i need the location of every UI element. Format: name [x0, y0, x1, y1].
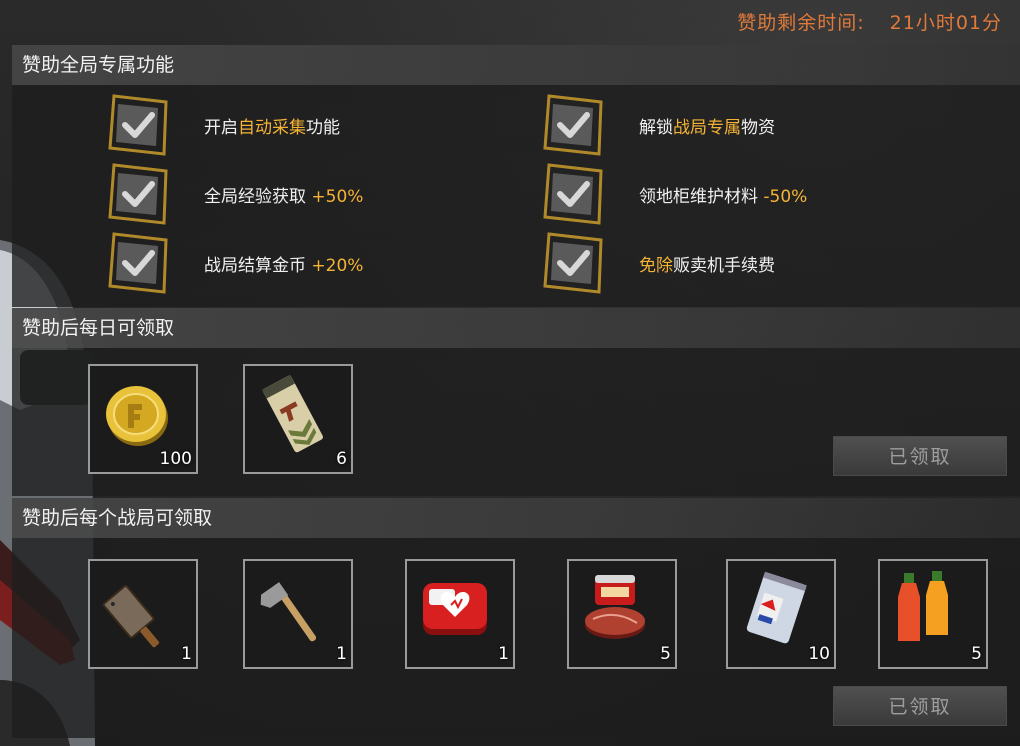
feature-text-pre: 开启: [204, 117, 238, 138]
item-slot[interactable]: 10: [726, 559, 836, 669]
item-count: 5: [971, 644, 982, 664]
item-count: 10: [808, 644, 830, 664]
feature-label: 全局经验获取 +50%: [204, 182, 363, 207]
daily-claimed-button[interactable]: 已领取: [833, 436, 1007, 476]
feature-text-pre: 全局经验获取: [204, 186, 312, 207]
feature-label: 开启自动采集功能: [204, 113, 340, 138]
feature-row: 战局结算金币 +20%: [108, 232, 363, 294]
feature-label: 领地柜维护材料 -50%: [639, 182, 807, 207]
item-count: 1: [336, 644, 347, 664]
feature-highlight: 战局专属: [673, 117, 741, 138]
item-count: 1: [181, 644, 192, 664]
item-slot[interactable]: 1: [243, 559, 353, 669]
feature-text-pre: 领地柜维护材料: [639, 186, 764, 207]
feature-highlight: 免除: [639, 255, 673, 276]
item-slot[interactable]: 1: [405, 559, 515, 669]
timer-value: 21小时01分: [889, 12, 1002, 34]
checkmark-icon: [108, 232, 170, 294]
checkmark-icon: [543, 232, 605, 294]
feature-label: 免除贩卖机手续费: [639, 251, 775, 276]
item-slot[interactable]: 100: [88, 364, 198, 474]
checkmark-icon: [108, 94, 170, 156]
section-per-match-title: 赞助后每个战局可领取: [12, 498, 1020, 538]
feature-text-post: 贩卖机手续费: [673, 255, 775, 276]
checkmark-icon: [543, 163, 605, 225]
match-claimed-button[interactable]: 已领取: [833, 686, 1007, 726]
feature-text-post: 物资: [741, 117, 775, 138]
feature-row: 开启自动采集功能: [108, 94, 340, 156]
item-slot[interactable]: 5: [567, 559, 677, 669]
gold-coin-icon: [98, 374, 178, 454]
food-bag-icon: [736, 569, 816, 649]
item-slot[interactable]: 5: [878, 559, 988, 669]
feature-highlight: -50%: [763, 186, 808, 207]
feature-highlight: +50%: [311, 186, 364, 207]
item-count: 100: [159, 449, 192, 469]
checkmark-icon: [108, 163, 170, 225]
feature-text-pre: 解锁: [639, 117, 673, 138]
section-global-title: 赞助全局专属功能: [12, 45, 1020, 85]
weapon-card-icon: [253, 374, 333, 454]
feature-row: 领地柜维护材料 -50%: [543, 163, 807, 225]
feature-highlight: +20%: [311, 255, 364, 276]
item-count: 1: [498, 644, 509, 664]
item-slot[interactable]: 6: [243, 364, 353, 474]
feature-highlight: 自动采集: [238, 117, 306, 138]
section-daily-title: 赞助后每日可领取: [12, 308, 1020, 348]
timer-label: 赞助剩余时间:: [737, 12, 865, 34]
feature-row: 全局经验获取 +50%: [108, 163, 363, 225]
sponsor-timer: 赞助剩余时间: 21小时01分: [737, 8, 1002, 35]
item-slot[interactable]: 1: [88, 559, 198, 669]
feature-label: 战局结算金币 +20%: [204, 251, 363, 276]
canned-meat-icon: [577, 569, 657, 649]
item-count: 6: [336, 449, 347, 469]
hatchet-icon: [253, 569, 333, 649]
cleaver-icon: [98, 569, 178, 649]
juice-bottles-icon: [888, 569, 968, 649]
feature-text-pre: 战局结算金币: [204, 255, 312, 276]
checkmark-icon: [543, 94, 605, 156]
feature-text-post: 功能: [306, 117, 340, 138]
feature-label: 解锁战局专属物资: [639, 113, 775, 138]
item-count: 5: [660, 644, 671, 664]
first-aid-kit-icon: [415, 569, 495, 649]
feature-row: 免除贩卖机手续费: [543, 232, 775, 294]
feature-row: 解锁战局专属物资: [543, 94, 775, 156]
